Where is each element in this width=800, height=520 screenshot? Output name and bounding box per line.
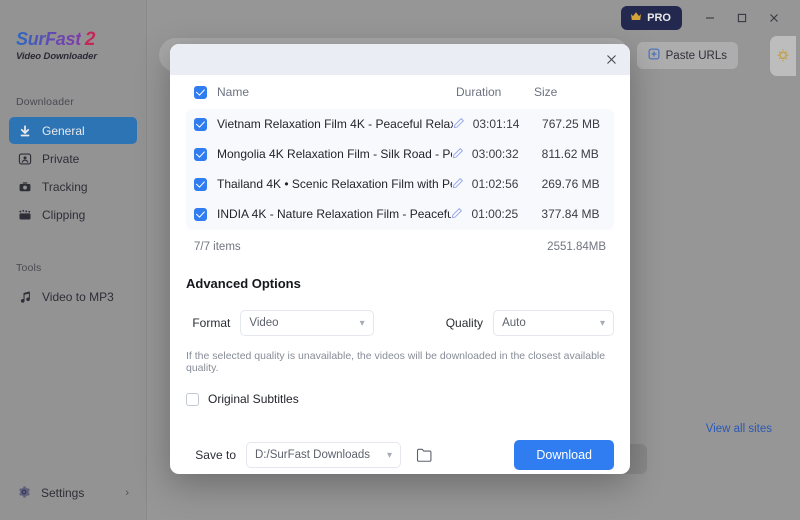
pencil-icon[interactable]: [453, 117, 467, 132]
dialog-header: [170, 44, 630, 75]
row-checkbox[interactable]: [194, 177, 207, 191]
original-subtitles-row[interactable]: Original Subtitles: [186, 392, 614, 406]
column-header-size: Size: [534, 85, 558, 99]
table-row[interactable]: Mongolia 4K Relaxation Film - Silk Road …: [186, 139, 614, 169]
row-title: Thailand 4K • Scenic Relaxation Film wit…: [217, 177, 452, 191]
row-title: Mongolia 4K Relaxation Film - Silk Road …: [217, 147, 452, 161]
folder-icon[interactable]: [413, 444, 435, 466]
row-title: Vietnam Relaxation Film 4K - Peaceful Re…: [217, 117, 453, 131]
original-subtitles-checkbox[interactable]: [186, 392, 199, 406]
row-checkbox[interactable]: [194, 147, 207, 161]
list-totals: 7/7 items 2551.84MB: [186, 230, 614, 253]
format-quality-row: Format Video ▾ Quality Auto ▾: [186, 310, 614, 336]
format-select[interactable]: Video ▾: [240, 310, 374, 336]
format-label: Format: [192, 316, 231, 330]
pencil-icon[interactable]: [452, 147, 466, 162]
row-size: 377.84 MB: [541, 207, 600, 221]
row-checkbox[interactable]: [194, 207, 207, 221]
chevron-down-icon: ▾: [359, 317, 365, 329]
advanced-options-title: Advanced Options: [186, 276, 301, 291]
quality-value: Auto: [502, 317, 526, 329]
save-to-select[interactable]: D:/SurFast Downloads ▾: [246, 442, 401, 468]
row-duration: 03:00:32: [471, 147, 519, 161]
download-button[interactable]: Download: [514, 440, 614, 470]
row-checkbox[interactable]: [194, 117, 207, 131]
items-count: 7/7 items: [194, 241, 241, 253]
select-all-checkbox[interactable]: [194, 85, 207, 99]
save-to-label: Save to: [195, 448, 236, 462]
dialog-body: Name Duration Size Vietnam Relaxation Fi…: [170, 75, 630, 470]
quality-label: Quality: [445, 316, 484, 330]
close-icon[interactable]: [601, 50, 621, 70]
chevron-down-icon: ▾: [599, 317, 605, 329]
video-list[interactable]: Vietnam Relaxation Film 4K - Peaceful Re…: [186, 109, 614, 230]
chevron-down-icon: ▾: [386, 449, 392, 461]
pencil-icon[interactable]: [452, 177, 466, 192]
row-duration: 01:02:56: [471, 177, 519, 191]
table-row[interactable]: Vietnam Relaxation Film 4K - Peaceful Re…: [186, 109, 614, 139]
download-dialog: Name Duration Size Vietnam Relaxation Fi…: [170, 44, 630, 474]
row-title: INDIA 4K - Nature Relaxation Film - Peac…: [217, 207, 452, 221]
list-header: Name Duration Size: [186, 75, 614, 109]
app-window: SurFast 2 Video Downloader Downloader Ge…: [0, 0, 800, 520]
quality-hint: If the selected quality is unavailable, …: [186, 350, 606, 374]
row-duration: 01:00:25: [471, 207, 519, 221]
column-header-duration: Duration: [456, 85, 502, 99]
total-size: 2551.84MB: [547, 241, 606, 253]
table-row[interactable]: INDIA 4K - Nature Relaxation Film - Peac…: [186, 199, 614, 229]
row-size: 269.76 MB: [541, 177, 600, 191]
table-row[interactable]: Thailand 4K • Scenic Relaxation Film wit…: [186, 169, 614, 199]
table-row[interactable]: [186, 229, 614, 230]
format-value: Video: [249, 317, 279, 329]
row-size: 767.25 MB: [542, 117, 601, 131]
pencil-icon[interactable]: [451, 207, 465, 222]
quality-select[interactable]: Auto ▾: [493, 310, 614, 336]
save-to-value: D:/SurFast Downloads: [255, 449, 371, 461]
row-duration: 03:01:14: [472, 117, 520, 131]
row-size: 811.62 MB: [541, 147, 599, 161]
column-header-name: Name: [217, 85, 250, 99]
original-subtitles-label: Original Subtitles: [208, 392, 299, 406]
save-to-row: Save to D:/SurFast Downloads ▾ Download: [186, 440, 614, 470]
